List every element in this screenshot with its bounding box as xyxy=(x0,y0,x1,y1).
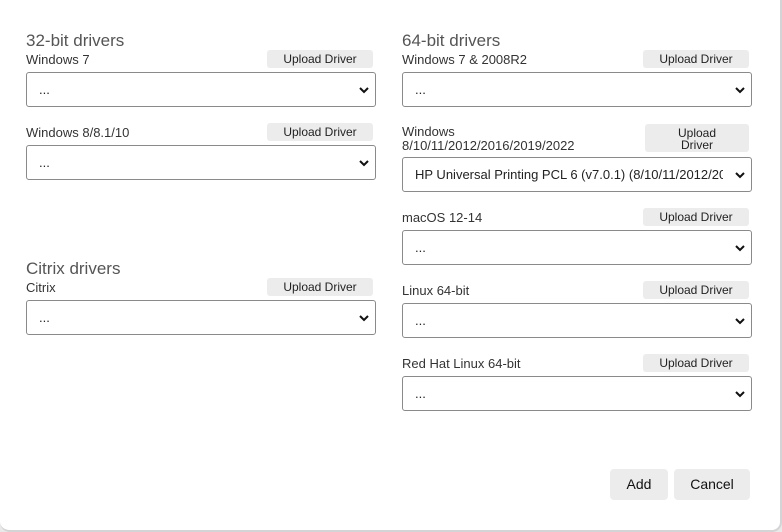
chevron-down-icon xyxy=(735,318,745,325)
section-title-citrix: Citrix drivers xyxy=(26,259,121,278)
select-value: ... xyxy=(39,155,50,170)
select-macos[interactable]: ... xyxy=(402,230,752,265)
label-windows-server-line2: 8/10/11/2012/2016/2019/2022 xyxy=(402,138,575,153)
select-citrix[interactable]: ... xyxy=(26,300,376,335)
label-windows-7: Windows 7 xyxy=(26,52,90,67)
upload-label-line2: Driver xyxy=(681,138,713,152)
label-redhat-linux-64bit: Red Hat Linux 64-bit xyxy=(402,356,521,371)
upload-driver-button-macos[interactable]: Upload Driver xyxy=(643,208,749,226)
upload-driver-button-windows-server[interactable]: Upload Driver xyxy=(645,124,749,152)
select-value: ... xyxy=(415,240,426,255)
upload-driver-button-linux[interactable]: Upload Driver xyxy=(643,281,749,299)
select-windows-8-81-10[interactable]: ... xyxy=(26,145,376,180)
label-linux-64bit: Linux 64-bit xyxy=(402,283,470,298)
chevron-down-icon xyxy=(359,87,369,94)
select-value: ... xyxy=(39,82,50,97)
select-linux-64bit[interactable]: ... xyxy=(402,303,752,338)
driver-dialog: 32-bit drivers Windows 7 Upload Driver .… xyxy=(0,0,782,532)
chevron-down-icon xyxy=(735,391,745,398)
select-value: ... xyxy=(39,310,50,325)
section-title-32bit: 32-bit drivers xyxy=(26,31,125,50)
upload-driver-button-windows-7-2008r2[interactable]: Upload Driver xyxy=(643,50,749,68)
add-button[interactable]: Add xyxy=(610,469,668,500)
select-windows-7[interactable]: ... xyxy=(26,72,376,107)
label-citrix: Citrix xyxy=(26,280,56,295)
upload-driver-button-windows-7[interactable]: Upload Driver xyxy=(267,50,373,68)
chevron-down-icon xyxy=(359,160,369,167)
select-redhat-linux-64bit[interactable]: ... xyxy=(402,376,752,411)
chevron-down-icon xyxy=(359,315,369,322)
label-macos: macOS 12-14 xyxy=(402,210,483,225)
select-value: ... xyxy=(415,82,426,97)
select-value: HP Universal Printing PCL 6 (v7.0.1) (8/… xyxy=(415,167,723,182)
chevron-down-icon xyxy=(735,87,745,94)
section-title-64bit: 64-bit drivers xyxy=(402,31,501,50)
chevron-down-icon xyxy=(735,245,745,252)
upload-driver-button-windows-8[interactable]: Upload Driver xyxy=(267,123,373,141)
label-windows-8-81-10: Windows 8/8.1/10 xyxy=(26,125,130,140)
chevron-down-icon xyxy=(735,172,745,179)
select-windows-7-2008r2[interactable]: ... xyxy=(402,72,752,107)
label-windows-server-line1: Windows xyxy=(402,124,455,139)
upload-driver-button-citrix[interactable]: Upload Driver xyxy=(267,278,373,296)
cancel-button[interactable]: Cancel xyxy=(674,469,750,500)
select-windows-server[interactable]: HP Universal Printing PCL 6 (v7.0.1) (8/… xyxy=(402,157,752,192)
upload-driver-button-redhat[interactable]: Upload Driver xyxy=(643,354,749,372)
select-value: ... xyxy=(415,386,426,401)
select-value: ... xyxy=(415,313,426,328)
label-windows-7-2008r2: Windows 7 & 2008R2 xyxy=(402,52,528,67)
